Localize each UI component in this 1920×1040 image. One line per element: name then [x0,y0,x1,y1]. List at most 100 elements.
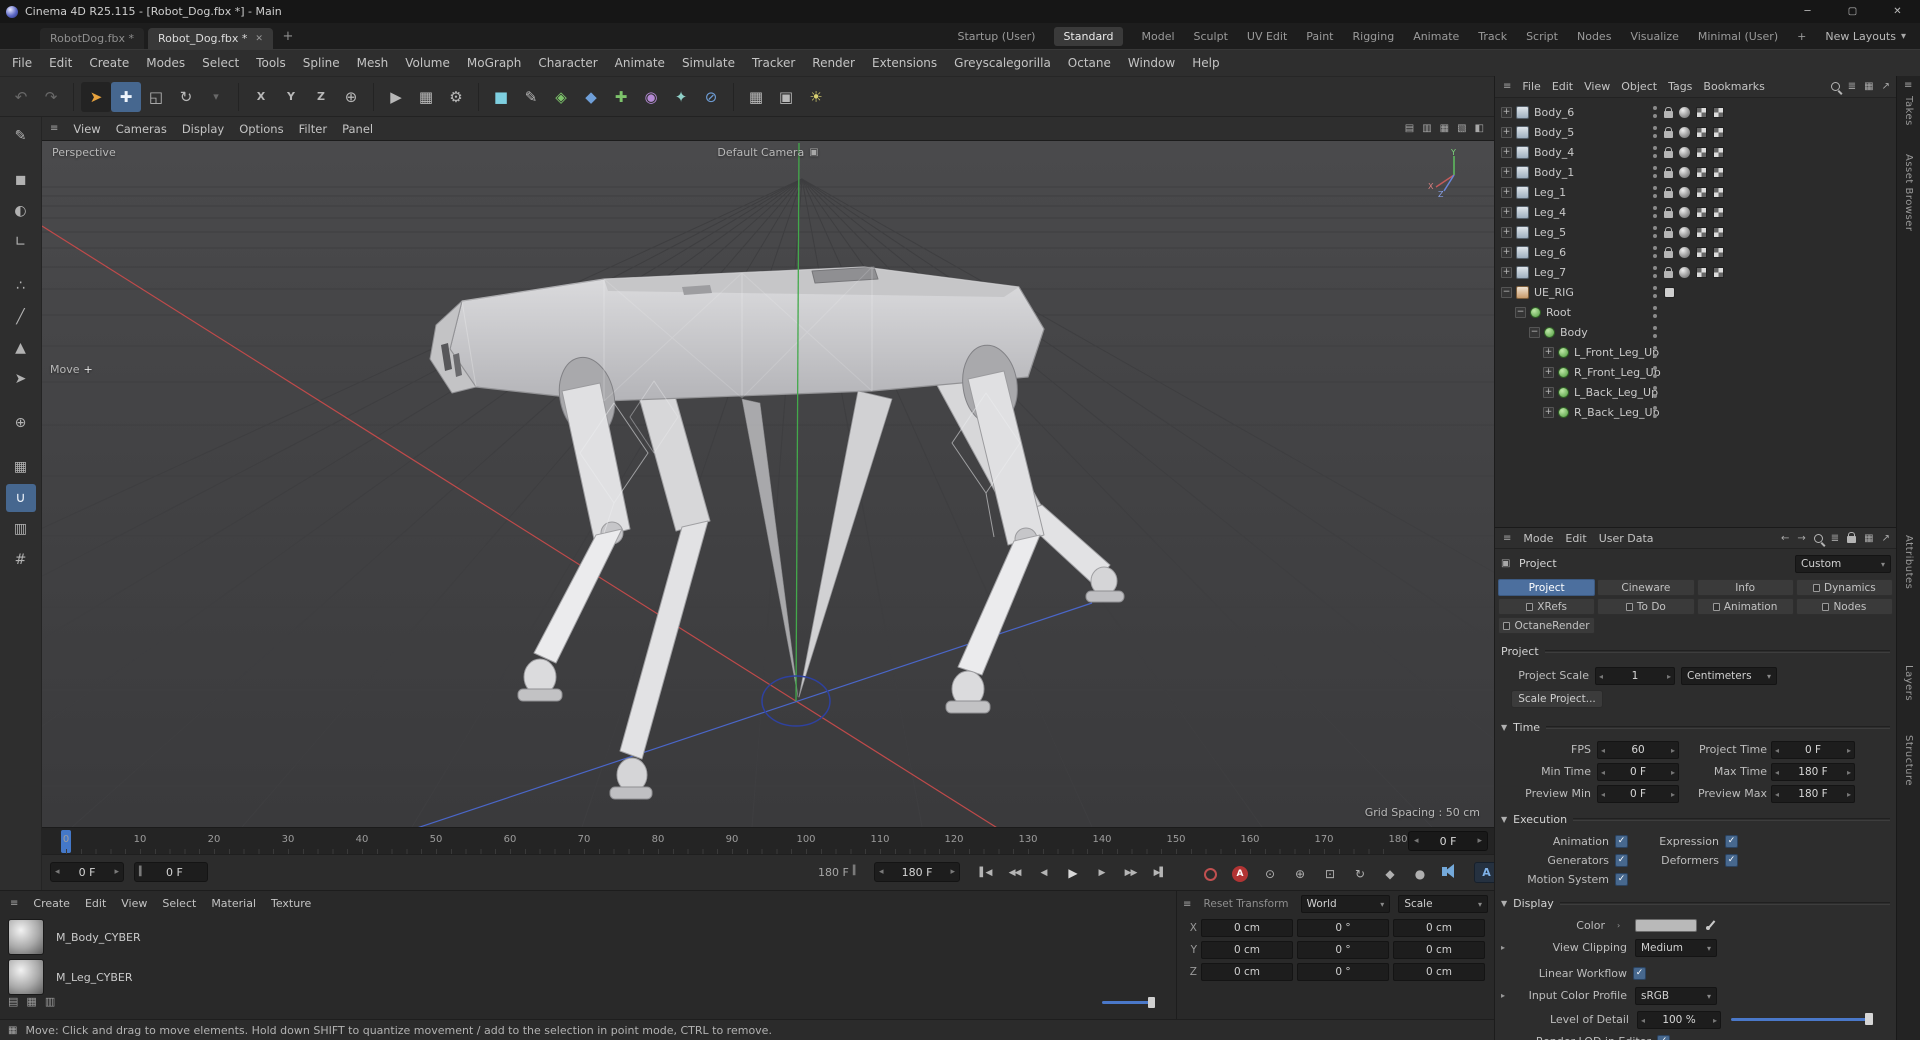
dock-tab-layers[interactable]: Layers [1903,665,1914,701]
grid-toggle-button[interactable]: ▦ [6,453,36,481]
render-view-button[interactable]: ▶ [381,82,411,112]
render-lod-checkbox[interactable]: ✓ [1657,1035,1670,1040]
expression-checkbox[interactable]: ✓ [1725,835,1738,848]
lock-tag-icon[interactable] [1664,126,1673,138]
lock-tag-icon[interactable] [1664,146,1673,158]
preview-min-field[interactable]: ◂ 0 F ▸ [1597,785,1679,803]
menu-mesh[interactable]: Mesh [357,56,389,70]
last-tool-dropdown[interactable]: ▾ [201,82,231,112]
prev-key-button[interactable]: ◀◀ [1001,862,1028,884]
menu-tracker[interactable]: Tracker [752,56,795,70]
lock-tag-icon[interactable] [1664,166,1673,178]
key-scale-button[interactable]: ⊡ [1318,863,1342,885]
rotation-z-field[interactable]: 0 ° [1297,963,1389,981]
size-z-field[interactable]: 0 cm [1393,963,1485,981]
om-menu-view[interactable]: View [1584,80,1610,93]
vp-menu-display[interactable]: Display [182,122,224,136]
tweak-mode-button[interactable]: ➤ [6,365,36,393]
project-time-field[interactable]: ◂ 0 F ▸ [1771,741,1855,759]
view-label[interactable]: Perspective [52,146,116,159]
menu-tools[interactable]: Tools [256,56,286,70]
vp-menu-options[interactable]: Options [239,122,283,136]
viewport-layout-icon-3[interactable]: ▦ [1440,123,1449,134]
menu-mograph[interactable]: MoGraph [467,56,522,70]
viewport-layout-icon-1[interactable]: ▤ [1405,123,1414,134]
visibility-dots[interactable] [1653,225,1658,239]
object-row[interactable]: − Body [1495,322,1896,342]
expand-icon[interactable]: + [1501,226,1512,238]
rotate-tool[interactable]: ↻ [171,82,201,112]
panel-grid-icon[interactable]: ▦ [1864,81,1873,92]
expand-icon[interactable]: + [1501,146,1512,158]
mat-menu-texture[interactable]: Texture [271,897,311,910]
vp-menu-filter[interactable]: Filter [299,122,327,136]
frame-field-2[interactable]: ▍ 0 F [134,862,208,882]
coord-mode-dropdown[interactable]: Scale ▾ [1398,895,1488,913]
scale-project-button[interactable]: Scale Project... [1511,690,1603,708]
dock-tab-attributes[interactable]: Attributes [1903,535,1914,589]
edges-mode-button[interactable]: ╱ [6,303,36,331]
render-picture-viewer-button[interactable]: ▦ [411,82,441,112]
layout-paint[interactable]: Paint [1306,30,1333,43]
next-frame-button[interactable]: ▶ [1088,862,1115,884]
minimize-button[interactable]: ─ [1785,0,1830,23]
collapse-triangle-icon[interactable]: ▼ [1501,723,1507,732]
coord-space-dropdown[interactable]: World ▾ [1300,895,1391,913]
texture-tag-icon[interactable] [1696,126,1707,138]
layout-startup[interactable]: Startup (User) [957,30,1035,43]
object-row[interactable]: + Leg_4 [1495,202,1896,222]
goto-end-button[interactable]: ▶▌ [1146,862,1173,884]
visibility-dots[interactable] [1653,205,1658,219]
menu-animate[interactable]: Animate [615,56,665,70]
om-menu-icon[interactable]: ≡ [1503,81,1511,92]
phong-tag-icon[interactable] [1679,206,1690,218]
workplane-mode-button[interactable]: ∟ [6,228,36,256]
layout-uv-edit[interactable]: UV Edit [1247,30,1287,43]
visibility-dots[interactable] [1653,125,1658,139]
z-axis-lock-button[interactable]: Z [306,82,336,112]
visibility-dots[interactable] [1653,145,1658,159]
object-row[interactable]: + Body_4 [1495,142,1896,162]
autokey-button[interactable]: A [1228,863,1252,885]
expand-icon[interactable]: + [1543,366,1554,378]
live-selection-tool[interactable]: ➤ [81,81,111,112]
layout-rigging[interactable]: Rigging [1353,30,1395,43]
menu-character[interactable]: Character [538,56,597,70]
menu-edit[interactable]: Edit [49,56,72,70]
tab-xrefs[interactable]: XRefs [1498,598,1596,615]
spline-pen-menu[interactable]: ✎ [516,82,546,112]
chevron-icon[interactable]: › [1617,921,1620,930]
menu-select[interactable]: Select [202,56,239,70]
points-mode-button[interactable]: ∴ [6,272,36,300]
expand-icon[interactable]: + [1501,106,1512,118]
doc-tab-robotdog[interactable]: RobotDog.fbx * [40,28,144,49]
object-row[interactable]: + Leg_7 [1495,262,1896,282]
viewport-layout-icon-5[interactable]: ◧ [1475,123,1484,134]
position-z-field[interactable]: 0 cm [1201,963,1293,981]
panel-grid-icon[interactable]: ▦ [1864,533,1873,544]
fields-menu[interactable]: ✚ [606,82,636,112]
om-menu-tags[interactable]: Tags [1668,80,1692,93]
expand-icon[interactable]: + [1501,186,1512,198]
collapse-icon[interactable]: − [1515,306,1526,318]
input-color-profile-dropdown[interactable]: sRGB ▾ [1635,987,1717,1005]
history-back-icon[interactable]: ← [1781,533,1789,544]
material-sphere-thumbnail[interactable] [8,919,44,955]
motion-system-checkbox[interactable]: ✓ [1615,873,1628,886]
primitive-cube-menu[interactable]: ■ [486,82,516,112]
object-row[interactable]: + Leg_1 [1495,182,1896,202]
sound-toggle-button[interactable] [1442,864,1454,878]
object-row[interactable]: + R_Back_Leg_Up [1495,402,1896,422]
lock-tag-icon[interactable] [1664,186,1673,198]
menu-greyscalegorilla[interactable]: Greyscalegorilla [954,56,1051,70]
size-y-field[interactable]: 0 cm [1393,941,1485,959]
next-key-button[interactable]: ▶▶ [1117,862,1144,884]
dock-menu-icon[interactable]: ≡ [1904,80,1912,91]
texture-tag-icon[interactable] [1713,126,1724,138]
viewport-canvas[interactable] [42,141,1494,827]
project-scale-unit-dropdown[interactable]: Centimeters ▾ [1681,667,1777,685]
timeline-ruler[interactable]: 0 10 20 30 40 50 60 70 80 90 100 110 120… [42,827,1494,854]
mat-menu-create[interactable]: Create [33,897,70,910]
visibility-dots[interactable] [1653,165,1658,179]
collapse-triangle-icon[interactable]: ▼ [1501,815,1507,824]
